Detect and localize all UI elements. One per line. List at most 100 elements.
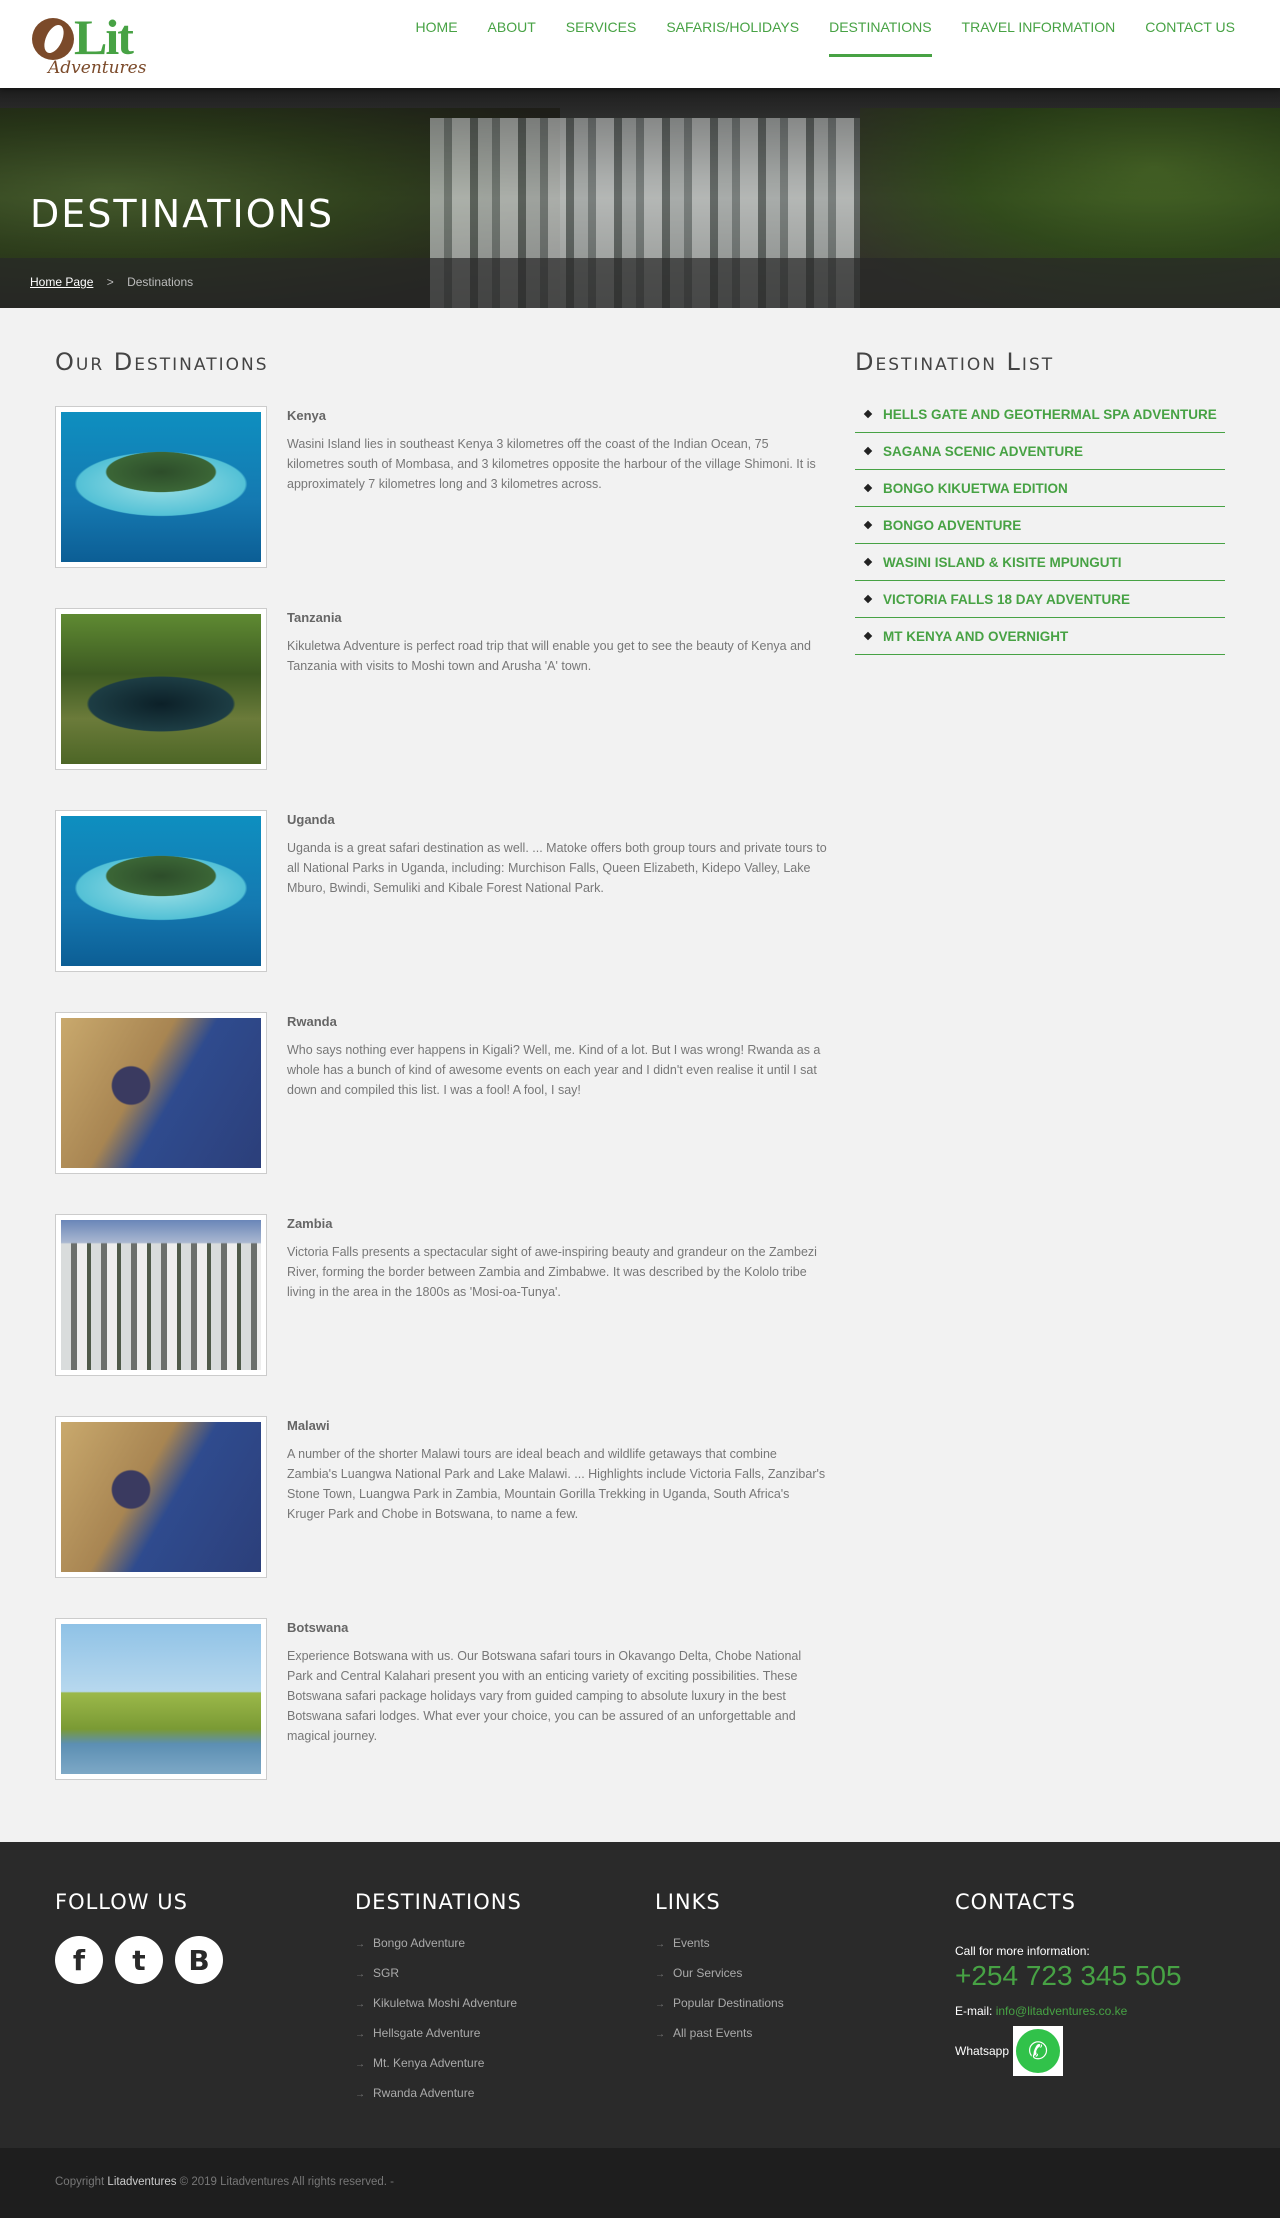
destination-list-sidebar: Destination List HELLS GATE AND GEOTHERM… bbox=[855, 348, 1225, 655]
copyright-prefix: Copyright bbox=[55, 2176, 105, 2188]
destination-title[interactable]: Rwanda bbox=[287, 1014, 337, 1029]
destination-item-rwanda: Rwanda Who says nothing ever happens in … bbox=[55, 1012, 825, 1176]
footer-destinations: DESTINATIONS Bongo Adventure SGR Kikulet… bbox=[355, 1890, 522, 2116]
footer-contacts: CONTACTS Call for more information: +254… bbox=[955, 1890, 1182, 2076]
destination-description: Wasini Island lies in southeast Kenya 3 … bbox=[287, 437, 816, 491]
breadcrumb-separator: > bbox=[106, 275, 114, 289]
destination-title[interactable]: Tanzania bbox=[287, 610, 342, 625]
destination-list-item: HELLS GATE AND GEOTHERMAL SPA ADVENTURE bbox=[855, 396, 1225, 433]
footer-link[interactable]: Kikuletwa Moshi Adventure bbox=[355, 1996, 522, 2026]
destination-item-botswana: Botswana Experience Botswana with us. Ou… bbox=[55, 1618, 825, 1782]
main-nav: HOME ABOUT SERVICES SAFARIS/HOLIDAYS DES… bbox=[401, 0, 1250, 57]
destination-description: Who says nothing ever happens in Kigali?… bbox=[287, 1043, 821, 1097]
footer-link[interactable]: Mt. Kenya Adventure bbox=[355, 2056, 522, 2086]
footer-contacts-title: CONTACTS bbox=[955, 1890, 1076, 1914]
bullet-diamond-icon bbox=[863, 594, 873, 604]
destination-thumbnail[interactable] bbox=[55, 810, 267, 972]
breadcrumb-current: Destinations bbox=[127, 275, 194, 289]
destination-description: A number of the shorter Malawi tours are… bbox=[287, 1447, 826, 1521]
destination-thumbnail[interactable] bbox=[55, 406, 267, 568]
nav-contact-us[interactable]: CONTACT US bbox=[1130, 0, 1250, 57]
destination-thumbnail[interactable] bbox=[55, 608, 267, 770]
footer-link[interactable]: SGR bbox=[355, 1966, 522, 1996]
site-footer: FOLLOW US f t B DESTINATIONS Bongo Adven… bbox=[0, 1842, 1280, 2148]
nav-destinations[interactable]: DESTINATIONS bbox=[829, 0, 932, 57]
destination-list-item: BONGO KIKUETWA EDITION bbox=[855, 470, 1225, 507]
contact-email-link[interactable]: info@litadventures.co.ke bbox=[996, 2004, 1128, 2018]
footer-link[interactable]: Bongo Adventure bbox=[355, 1936, 522, 1966]
destination-title[interactable]: Zambia bbox=[287, 1216, 333, 1231]
destination-link[interactable]: VICTORIA FALLS 18 DAY ADVENTURE bbox=[883, 592, 1130, 607]
nav-home[interactable]: HOME bbox=[401, 0, 473, 57]
bullet-diamond-icon bbox=[863, 520, 873, 530]
site-header: Lit Adventures HOME ABOUT SERVICES SAFAR… bbox=[0, 0, 1280, 88]
destination-description: Victoria Falls presents a spectacular si… bbox=[287, 1245, 817, 1299]
destination-link[interactable]: WASINI ISLAND & KISITE MPUNGUTI bbox=[883, 555, 1122, 570]
logo-subtitle: Adventures bbox=[48, 58, 147, 78]
logo-leaf-icon bbox=[32, 18, 74, 60]
destination-title[interactable]: Kenya bbox=[287, 408, 326, 423]
main-content: Our Destinations Kenya Wasini Island lie… bbox=[0, 308, 1280, 1842]
nav-travel-information[interactable]: TRAVEL INFORMATION bbox=[947, 0, 1131, 57]
footer-links: LINKS Events Our Services Popular Destin… bbox=[655, 1890, 784, 2056]
nav-safaris[interactable]: SAFARIS/HOLIDAYS bbox=[651, 0, 814, 57]
page-title: DESTINATIONS bbox=[30, 192, 335, 236]
destination-link[interactable]: BONGO KIKUETWA EDITION bbox=[883, 481, 1068, 496]
footer-link[interactable]: Our Services bbox=[655, 1966, 784, 1996]
twitter-icon[interactable]: t bbox=[115, 1936, 163, 1984]
destination-thumbnail[interactable] bbox=[55, 1618, 267, 1780]
bullet-diamond-icon bbox=[863, 409, 873, 419]
footer-destinations-title: DESTINATIONS bbox=[355, 1890, 522, 1914]
breadcrumb-home-link[interactable]: Home Page bbox=[30, 275, 93, 289]
site-logo[interactable]: Lit Adventures bbox=[30, 9, 150, 78]
destination-thumbnail[interactable] bbox=[55, 1012, 267, 1174]
destination-link[interactable]: BONGO ADVENTURE bbox=[883, 518, 1021, 533]
destination-item-malawi: Malawi A number of the shorter Malawi to… bbox=[55, 1416, 825, 1580]
destination-list-item: BONGO ADVENTURE bbox=[855, 507, 1225, 544]
whatsapp-row: Whatsapp ✆ bbox=[955, 2026, 1182, 2076]
destination-link[interactable]: MT KENYA AND OVERNIGHT bbox=[883, 629, 1068, 644]
destination-title[interactable]: Uganda bbox=[287, 812, 335, 827]
footer-link[interactable]: Rwanda Adventure bbox=[355, 2086, 522, 2116]
bullet-diamond-icon bbox=[863, 446, 873, 456]
bullet-diamond-icon bbox=[863, 557, 873, 567]
whatsapp-button[interactable]: ✆ bbox=[1013, 2026, 1064, 2076]
destination-title[interactable]: Malawi bbox=[287, 1418, 330, 1433]
facebook-icon[interactable]: f bbox=[55, 1936, 103, 1984]
copyright-link[interactable]: Litadventures bbox=[107, 2176, 176, 2188]
destination-link[interactable]: SAGANA SCENIC ADVENTURE bbox=[883, 444, 1083, 459]
contact-call-label: Call for more information: bbox=[955, 1944, 1090, 1958]
destination-item-kenya: Kenya Wasini Island lies in southeast Ke… bbox=[55, 406, 825, 570]
contact-phone[interactable]: +254 723 345 505 bbox=[955, 1960, 1182, 1992]
destination-description: Uganda is a great safari destination as … bbox=[287, 841, 827, 895]
whatsapp-label: Whatsapp bbox=[955, 2044, 1010, 2058]
footer-link[interactable]: Events bbox=[655, 1936, 784, 1966]
bullet-diamond-icon bbox=[863, 483, 873, 493]
destination-title[interactable]: Botswana bbox=[287, 1620, 348, 1635]
bullet-diamond-icon bbox=[863, 631, 873, 641]
nav-about[interactable]: ABOUT bbox=[473, 0, 551, 57]
destination-list-item: WASINI ISLAND & KISITE MPUNGUTI bbox=[855, 544, 1225, 581]
contact-email-row: E-mail: info@litadventures.co.ke bbox=[955, 2004, 1182, 2018]
footer-link[interactable]: Hellsgate Adventure bbox=[355, 2026, 522, 2056]
destination-item-uganda: Uganda Uganda is a great safari destinat… bbox=[55, 810, 827, 974]
destination-description: Kikuletwa Adventure is perfect road trip… bbox=[287, 639, 811, 673]
destination-item-tanzania: Tanzania Kikuletwa Adventure is perfect … bbox=[55, 608, 825, 772]
blogger-icon[interactable]: B bbox=[175, 1936, 223, 1984]
copyright-bar: Copyright Litadventures © 2019 Litadvent… bbox=[0, 2148, 1280, 2218]
destination-thumbnail[interactable] bbox=[55, 1214, 267, 1376]
footer-link[interactable]: Popular Destinations bbox=[655, 1996, 784, 2026]
copyright-text: © 2019 Litadventures All rights reserved… bbox=[179, 2176, 394, 2188]
hero-banner: DESTINATIONS Home Page > Destinations bbox=[0, 88, 1280, 308]
destination-thumbnail[interactable] bbox=[55, 1416, 267, 1578]
footer-follow: FOLLOW US f t B bbox=[55, 1890, 223, 1984]
destination-list-item: MT KENYA AND OVERNIGHT bbox=[855, 618, 1225, 655]
social-links: f t B bbox=[55, 1936, 223, 1984]
footer-link[interactable]: All past Events bbox=[655, 2026, 784, 2056]
destination-description: Experience Botswana with us. Our Botswan… bbox=[287, 1649, 802, 1743]
footer-links-title: LINKS bbox=[655, 1890, 721, 1914]
destinations-section: Our Destinations Kenya Wasini Island lie… bbox=[55, 348, 827, 1780]
nav-services[interactable]: SERVICES bbox=[551, 0, 652, 57]
footer-follow-title: FOLLOW US bbox=[55, 1890, 188, 1914]
destination-link[interactable]: HELLS GATE AND GEOTHERMAL SPA ADVENTURE bbox=[883, 407, 1217, 422]
